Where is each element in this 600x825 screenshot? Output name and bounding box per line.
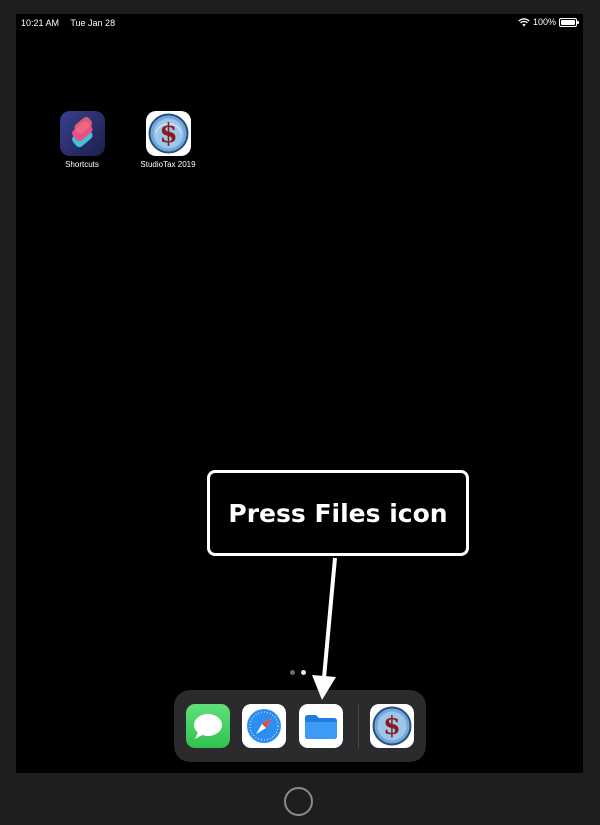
svg-text:$: $ [383, 711, 400, 740]
page-dot-active [301, 670, 306, 675]
page-dot [290, 670, 295, 675]
callout-text: Press Files icon [228, 498, 448, 528]
dock: $ [174, 690, 426, 762]
home-screen: 10:21 AM Tue Jan 28 100% Shortcuts $ Stu… [16, 14, 583, 773]
dock-divider [358, 704, 359, 748]
shortcuts-icon [59, 111, 105, 156]
battery-percent: 100% [532, 17, 556, 27]
battery-icon [559, 17, 579, 27]
svg-text:$: $ [159, 119, 177, 149]
app-label: StudioTax 2019 [140, 160, 196, 169]
app-shortcuts[interactable]: Shortcuts [52, 111, 112, 169]
instruction-callout: Press Files icon [207, 470, 469, 556]
studiotax-icon[interactable]: $ [370, 704, 414, 748]
app-label: Shortcuts [65, 160, 99, 169]
status-date: Tue Jan 28 [70, 18, 116, 28]
app-studiotax[interactable]: $ StudioTax 2019 [138, 111, 198, 169]
home-button[interactable] [284, 787, 313, 816]
status-time: 10:21 AM [21, 18, 60, 28]
page-indicator[interactable] [290, 670, 306, 675]
files-icon[interactable] [299, 704, 343, 748]
status-bar: 10:21 AM Tue Jan 28 100% [16, 14, 583, 34]
battery-fill [561, 19, 575, 25]
safari-icon[interactable] [242, 704, 286, 748]
messages-icon[interactable] [186, 704, 230, 748]
wifi-icon [518, 17, 530, 26]
studiotax-icon: $ [145, 111, 191, 156]
